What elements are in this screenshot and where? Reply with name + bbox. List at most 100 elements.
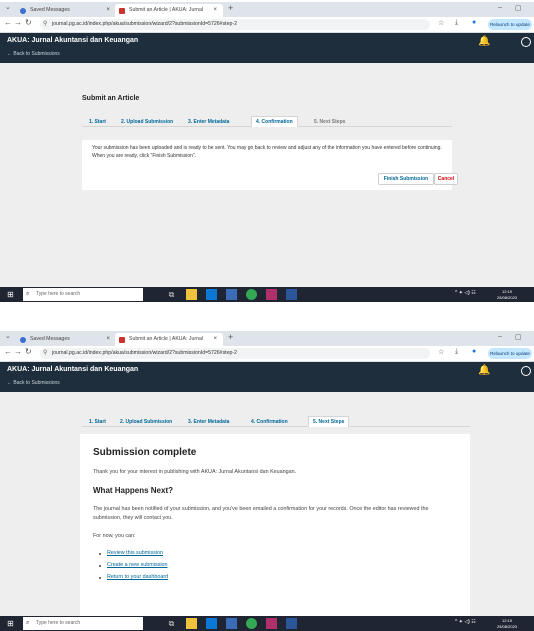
tab-step-start[interactable]: 1. Start <box>89 119 106 125</box>
minimize-icon[interactable]: – <box>498 333 502 340</box>
tab-label: Submit an Article | AKUA: Jurnal <box>129 336 204 342</box>
address-bar-row: ← → ↻ ⚲ journal.pg.ac.id/index.php/akua/… <box>0 17 534 33</box>
browser-tab-bar: ⌄ Saved Messages × Submit an Article | A… <box>0 2 534 17</box>
restore-icon[interactable]: ▢ <box>515 4 522 12</box>
browser-tab-saved-messages[interactable]: Saved Messages × <box>16 333 116 346</box>
screenshot-submission-complete: ⌄ Saved Messages × Submit an Article | A… <box>0 331 534 631</box>
submission-complete-panel <box>80 434 470 616</box>
browser-tab-saved-messages[interactable]: Saved Messages × <box>16 4 116 17</box>
tab-list-chevron-icon[interactable]: ⌄ <box>5 332 11 340</box>
user-avatar-icon[interactable] <box>521 37 531 47</box>
tab-step-metadata[interactable]: 3. Enter Metadata <box>188 419 229 425</box>
url-field[interactable]: ⚲ journal.pg.ac.id/index.php/akua/submis… <box>40 348 430 359</box>
notification-bell-icon[interactable]: 🔔 <box>478 36 490 47</box>
back-arrow-icon[interactable]: ← <box>4 347 12 356</box>
file-explorer-icon[interactable] <box>186 289 197 300</box>
clock-date: 25/08/2023 <box>497 623 518 629</box>
tab-step-confirmation[interactable]: 4. Confirmation <box>251 419 288 425</box>
tab-label: Submit an Article | AKUA: Jurnal <box>129 7 204 13</box>
tab-list-chevron-icon[interactable]: ⌄ <box>5 3 11 11</box>
journal-title[interactable]: AKUA: Jurnal Akuntansi dan Keuangan <box>7 366 138 373</box>
taskbar-clock[interactable]: 12:19 25/08/2023 <box>497 618 517 629</box>
word-icon[interactable] <box>286 289 297 300</box>
back-arrow-icon[interactable]: ← <box>4 18 12 27</box>
chrome-icon[interactable] <box>246 289 257 300</box>
cancel-button[interactable]: Cancel <box>434 173 458 185</box>
reload-icon[interactable]: ↻ <box>25 347 32 356</box>
browser-tab-submit-article[interactable]: Submit an Article | AKUA: Jurnal × <box>115 4 223 17</box>
close-tab-icon[interactable]: × <box>213 333 217 346</box>
relaunch-button[interactable]: Relaunch to update <box>488 348 532 359</box>
mail-icon[interactable] <box>226 289 237 300</box>
back-to-submissions-link[interactable]: ← Back to Submissions <box>7 51 60 57</box>
tab-step-upload[interactable]: 2. Upload Submission <box>120 419 172 425</box>
return-dashboard-link[interactable]: Return to your dashboard <box>107 574 168 580</box>
profile-icon[interactable]: ● <box>472 348 476 355</box>
tab-step-start[interactable]: 1. Start <box>89 419 106 425</box>
search-placeholder: Type here to search <box>36 291 81 297</box>
site-info-icon[interactable]: ⚲ <box>43 19 47 30</box>
profile-icon[interactable]: ● <box>472 19 476 26</box>
new-tab-button[interactable]: + <box>228 3 233 13</box>
finish-submission-button[interactable]: Finish Submission <box>378 173 434 185</box>
tab-step-metadata[interactable]: 3. Enter Metadata <box>188 119 229 125</box>
windows-start-icon[interactable]: ⊞ <box>7 290 14 299</box>
download-icon[interactable]: ⤓ <box>455 348 458 356</box>
url-text: journal.pg.ac.id/index.php/akua/submissi… <box>52 21 237 27</box>
journal-favicon-icon <box>119 336 125 343</box>
journal-title[interactable]: AKUA: Jurnal Akuntansi dan Keuangan <box>7 37 138 44</box>
notification-bell-icon[interactable]: 🔔 <box>478 365 490 376</box>
windows-taskbar: ⊞ ⌕ Type here to search ⧉ ^ ✦ ◁) ☷ 12:19… <box>0 287 534 302</box>
create-submission-link[interactable]: Create a new submission <box>107 562 168 568</box>
mail-icon[interactable] <box>226 618 237 629</box>
user-avatar-icon[interactable] <box>521 366 531 376</box>
close-tab-icon[interactable]: × <box>213 4 217 17</box>
page-title: Submit an Article <box>82 95 140 102</box>
tab-step-upload[interactable]: 2. Upload Submission <box>121 119 173 125</box>
steps-divider <box>82 426 470 427</box>
review-submission-link[interactable]: Review this submission <box>107 550 163 556</box>
restore-icon[interactable]: ▢ <box>515 333 522 341</box>
notification-text: The journal has been notified of your su… <box>93 506 429 521</box>
windows-start-icon[interactable]: ⊞ <box>7 619 14 628</box>
close-tab-icon[interactable]: × <box>106 4 110 17</box>
url-field[interactable]: ⚲ journal.pg.ac.id/index.php/akua/submis… <box>40 19 430 30</box>
file-explorer-icon[interactable] <box>186 618 197 629</box>
new-tab-button[interactable]: + <box>228 332 233 342</box>
minimize-icon[interactable]: – <box>498 4 502 11</box>
app-icon[interactable] <box>266 618 277 629</box>
system-tray-icons[interactable]: ^ ✦ ◁) ☷ <box>455 290 476 296</box>
relaunch-button[interactable]: Relaunch to update <box>488 19 532 30</box>
taskbar-search-input[interactable]: ⌕ Type here to search <box>23 288 143 301</box>
system-tray-icons[interactable]: ^ ✦ ◁) ☷ <box>455 619 476 625</box>
bookmark-star-icon[interactable]: ☆ <box>438 19 444 27</box>
browser-tab-bar: ⌄ Saved Messages × Submit an Article | A… <box>0 331 534 346</box>
task-view-icon[interactable]: ⧉ <box>166 618 177 629</box>
for-now-text: For now, you can: <box>93 533 136 539</box>
taskbar-search-input[interactable]: ⌕ Type here to search <box>23 617 143 630</box>
page-title: Submission complete <box>93 447 197 458</box>
tab-step-next[interactable]: 5. Next Steps <box>314 119 345 125</box>
browser-tab-submit-article[interactable]: Submit an Article | AKUA: Jurnal × <box>115 333 223 346</box>
forward-arrow-icon[interactable]: → <box>14 18 22 27</box>
chrome-icon[interactable] <box>246 618 257 629</box>
clock-date: 25/08/2023 <box>497 294 518 300</box>
back-to-submissions-link[interactable]: ← Back to Submissions <box>7 380 60 386</box>
confirmation-message: Your submission has been uploaded and is… <box>92 145 442 159</box>
edge-icon[interactable] <box>206 618 217 629</box>
tab-step-next[interactable]: 5. Next Steps <box>308 416 350 427</box>
word-icon[interactable] <box>286 618 297 629</box>
taskbar-clock[interactable]: 12:19 25/08/2023 <box>497 289 517 300</box>
download-icon[interactable]: ⤓ <box>455 19 458 27</box>
app-icon[interactable] <box>266 289 277 300</box>
close-tab-icon[interactable]: × <box>106 333 110 346</box>
bookmark-star-icon[interactable]: ☆ <box>438 348 444 356</box>
site-info-icon[interactable]: ⚲ <box>43 348 47 359</box>
search-icon: ⌕ <box>26 291 30 297</box>
forward-arrow-icon[interactable]: → <box>14 347 22 356</box>
url-text: journal.pg.ac.id/index.php/akua/submissi… <box>52 350 237 356</box>
reload-icon[interactable]: ↻ <box>25 18 32 27</box>
edge-icon[interactable] <box>206 289 217 300</box>
tab-step-confirmation[interactable]: 4. Confirmation <box>251 116 298 127</box>
task-view-icon[interactable]: ⧉ <box>166 289 177 300</box>
